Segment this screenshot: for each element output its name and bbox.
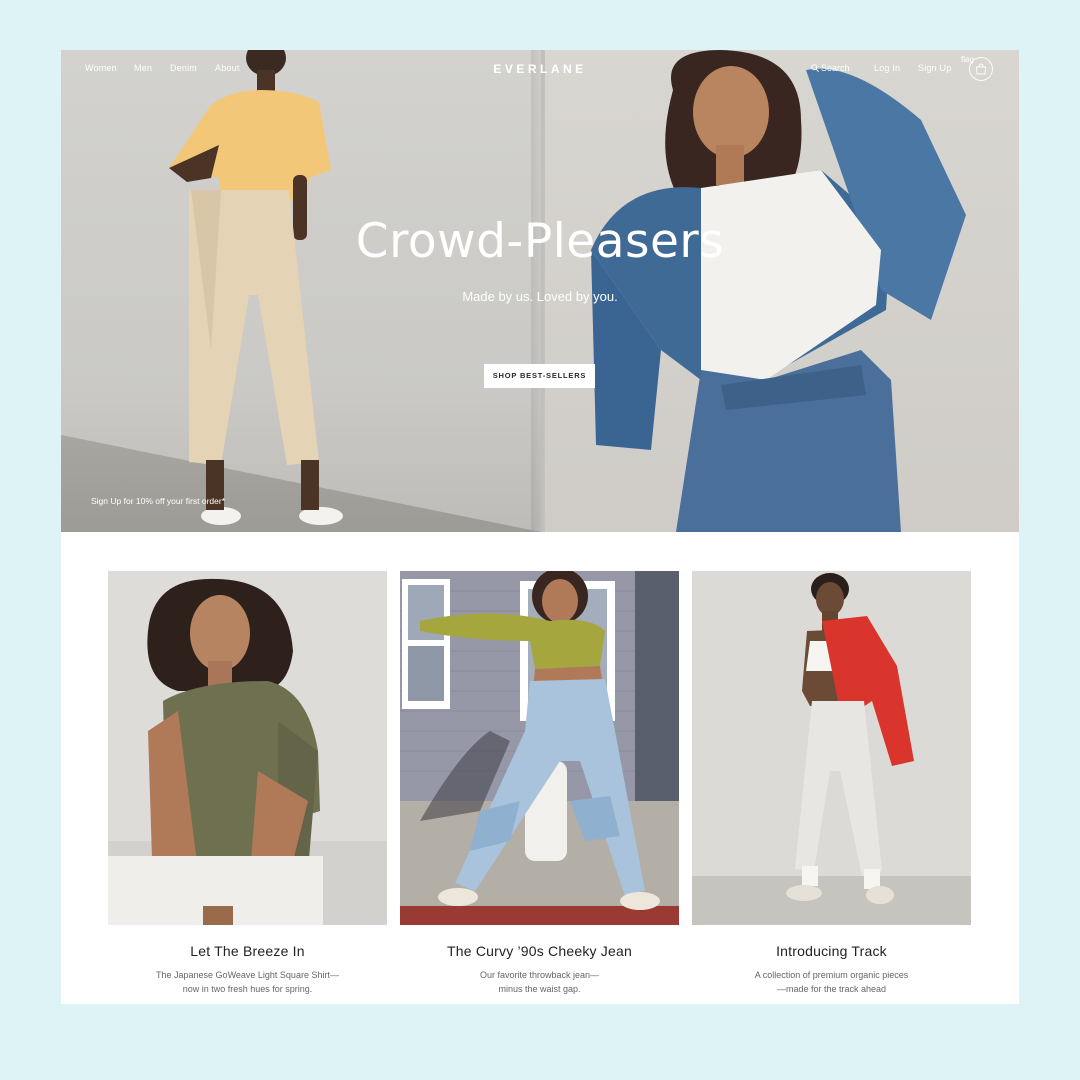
cart-button[interactable] [969, 57, 993, 81]
model-denim-jean-image [400, 571, 679, 925]
card-desc-line: A collection of premium organic pieces [754, 970, 909, 980]
card-description: Our favorite throwback jean— minus the w… [400, 968, 679, 996]
bag-icon [976, 63, 986, 75]
search-button[interactable]: Search [811, 63, 850, 73]
card-desc-line: The Japanese GoWeave Light Square Shirt— [156, 970, 339, 980]
model-olive-shirt-image [108, 571, 387, 925]
card-title[interactable]: Let The Breeze In [108, 943, 387, 959]
card-desc-line: Our favorite throwback jean— [479, 970, 600, 980]
hero-subtitle: Made by us. Loved by you. [462, 289, 618, 304]
model-track-set-image [692, 571, 971, 925]
signup-promo-link[interactable]: Sign Up for 10% off your first order* [91, 496, 225, 506]
card-description: A collection of premium organic pieces —… [692, 968, 971, 996]
search-icon [811, 64, 819, 72]
card-desc-line: minus the waist gap. [498, 984, 581, 994]
shop-best-sellers-button[interactable]: SHOP BEST-SELLERS [484, 364, 595, 388]
search-label: Search [821, 63, 850, 73]
feature-card-track[interactable]: Introducing Track A collection of premiu… [692, 571, 971, 994]
card-desc-line: —made for the track ahead [776, 984, 887, 994]
login-link[interactable]: Log In [874, 63, 900, 73]
hero-banner[interactable]: Women Men Denim About EVERLANE Search Lo… [61, 50, 1019, 532]
feature-image-breeze[interactable] [108, 571, 387, 925]
card-title[interactable]: The Curvy ’90s Cheeky Jean [400, 943, 679, 959]
card-title[interactable]: Introducing Track [692, 943, 971, 959]
feature-card-curvy-jean[interactable]: The Curvy ’90s Cheeky Jean Our favorite … [400, 571, 679, 994]
card-desc-line: now in two fresh hues for spring. [182, 984, 313, 994]
feature-image-track[interactable] [692, 571, 971, 925]
feature-card-breeze[interactable]: Let The Breeze In The Japanese GoWeave L… [108, 571, 387, 994]
feature-image-curvy-jean[interactable] [400, 571, 679, 925]
top-navigation: Women Men Denim About EVERLANE Search Lo… [61, 50, 1019, 88]
card-description: The Japanese GoWeave Light Square Shirt—… [108, 968, 387, 996]
hero-title: Crowd-Pleasers [355, 214, 725, 269]
signup-link[interactable]: Sign Up [918, 63, 951, 73]
left-model-figure [169, 50, 343, 525]
everlane-homepage: Women Men Denim About EVERLANE Search Lo… [61, 50, 1019, 1004]
